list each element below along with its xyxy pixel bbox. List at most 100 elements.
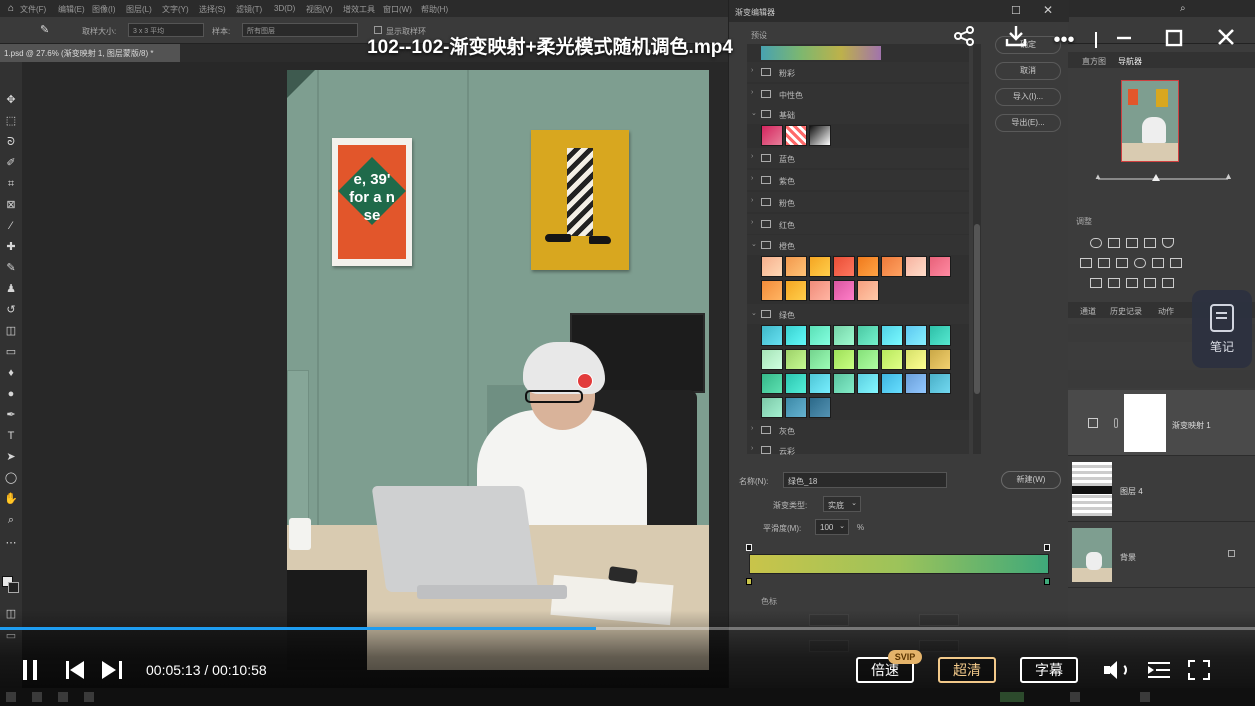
gradient-swatch[interactable] bbox=[857, 349, 879, 370]
home-icon[interactable]: ⌂ bbox=[8, 3, 14, 14]
menu-help[interactable]: 帮助(H) bbox=[421, 4, 448, 15]
history-brush-tool-icon[interactable]: ↺ bbox=[3, 302, 19, 318]
gradient-preview-bar[interactable] bbox=[749, 554, 1049, 574]
gradient-swatch[interactable] bbox=[905, 349, 927, 370]
gradient-swatch[interactable] bbox=[761, 125, 783, 146]
export-button[interactable]: 导出(E)... bbox=[995, 114, 1061, 132]
channel-mixer-adjust-icon[interactable] bbox=[1152, 258, 1164, 268]
move-tool-icon[interactable]: ✥ bbox=[3, 92, 19, 108]
menu-select[interactable]: 选择(S) bbox=[199, 4, 226, 15]
minimize-icon[interactable] bbox=[1108, 24, 1140, 56]
gradient-swatch[interactable] bbox=[785, 325, 807, 346]
invert-adjust-icon[interactable] bbox=[1090, 278, 1102, 288]
gradient-swatch[interactable] bbox=[905, 325, 927, 346]
selective-color-adjust-icon[interactable] bbox=[1162, 278, 1174, 288]
quality-button[interactable]: 超清 bbox=[938, 657, 996, 683]
volume-button[interactable] bbox=[1104, 660, 1130, 680]
notes-button[interactable]: 笔记 bbox=[1192, 290, 1252, 368]
type-tool-icon[interactable]: T bbox=[3, 428, 19, 444]
menu-plugins[interactable]: 增效工具 bbox=[343, 4, 375, 15]
gradient-swatch[interactable] bbox=[929, 325, 951, 346]
stamp-tool-icon[interactable]: ♟ bbox=[3, 281, 19, 297]
zoom-slider[interactable] bbox=[1098, 174, 1228, 181]
menu-window[interactable]: 窗口(W) bbox=[383, 4, 412, 15]
presets-list[interactable]: › 粉彩 › 中性色 ⌄ 基础 › 蓝色 › 紫色 › 粉色 › 红色 ⌄ 橙色… bbox=[747, 44, 969, 456]
gradient-swatch[interactable] bbox=[929, 373, 951, 394]
color-balance-adjust-icon[interactable] bbox=[1098, 258, 1110, 268]
gradient-swatch[interactable] bbox=[785, 256, 807, 277]
gradient-swatch[interactable] bbox=[929, 349, 951, 370]
brush-tool-icon[interactable]: ✎ bbox=[3, 260, 19, 276]
preset-folder[interactable]: › 云彩 bbox=[747, 440, 969, 456]
taskbar-app-icon[interactable] bbox=[32, 692, 42, 702]
threshold-adjust-icon[interactable] bbox=[1126, 278, 1138, 288]
lasso-tool-icon[interactable]: ᘐ bbox=[3, 134, 19, 150]
hue-adjust-icon[interactable] bbox=[1080, 258, 1092, 268]
tab-channels[interactable]: 通道 bbox=[1080, 306, 1096, 317]
gradient-map-adjust-icon[interactable] bbox=[1144, 278, 1156, 288]
gradient-swatch[interactable] bbox=[881, 349, 903, 370]
menu-3d[interactable]: 3D(D) bbox=[274, 4, 295, 13]
gradient-swatch[interactable] bbox=[833, 349, 855, 370]
next-button[interactable] bbox=[100, 661, 122, 679]
eyedropper-tool-icon[interactable]: ⁄ bbox=[3, 218, 19, 234]
menu-filter[interactable]: 滤镜(T) bbox=[236, 4, 262, 15]
color-stop-left[interactable] bbox=[746, 578, 752, 585]
gradient-swatch[interactable] bbox=[761, 373, 783, 394]
opacity-stop-left[interactable] bbox=[746, 544, 752, 551]
tray-icon[interactable] bbox=[1140, 692, 1150, 702]
tray-icon[interactable] bbox=[1000, 692, 1024, 702]
zoom-slider-handle[interactable] bbox=[1152, 174, 1160, 181]
quick-select-tool-icon[interactable]: ✐ bbox=[3, 155, 19, 171]
name-field[interactable]: 绿色_18 bbox=[783, 472, 947, 488]
path-select-tool-icon[interactable]: ➤ bbox=[3, 449, 19, 465]
gradient-swatch[interactable] bbox=[785, 125, 807, 146]
layer-row-gradient-map[interactable]: 渐变映射 1 bbox=[1068, 390, 1255, 456]
blur-tool-icon[interactable]: ♦ bbox=[3, 365, 19, 381]
layer-row-background[interactable]: 背景 bbox=[1068, 522, 1255, 588]
gradient-swatch[interactable] bbox=[905, 256, 927, 277]
gradient-swatch[interactable] bbox=[761, 397, 783, 418]
layer-mask-thumbnail[interactable] bbox=[1124, 394, 1166, 452]
gradient-type-select[interactable]: 实底 ⌄ bbox=[823, 496, 861, 512]
share-icon[interactable] bbox=[948, 24, 980, 56]
brightness-adjust-icon[interactable] bbox=[1090, 238, 1102, 248]
curves-adjust-icon[interactable] bbox=[1126, 238, 1138, 248]
gradient-swatch[interactable] bbox=[809, 373, 831, 394]
marquee-tool-icon[interactable]: ⬚ bbox=[3, 113, 19, 129]
menu-image[interactable]: 图像(I) bbox=[92, 4, 116, 15]
zoom-tool-icon[interactable]: ⌕ bbox=[3, 512, 19, 528]
scrollbar-thumb[interactable] bbox=[974, 224, 980, 394]
close-icon[interactable]: ✕ bbox=[1043, 3, 1053, 17]
preset-folder[interactable]: › 粉色 bbox=[747, 192, 969, 212]
smoothness-field[interactable]: 100 ⌄ bbox=[815, 519, 849, 535]
opacity-stop-right[interactable] bbox=[1044, 544, 1050, 551]
preset-folder[interactable]: › 红色 bbox=[747, 214, 969, 234]
hand-tool-icon[interactable]: ✋ bbox=[3, 491, 19, 507]
frame-tool-icon[interactable]: ⊠ bbox=[3, 197, 19, 213]
crop-tool-icon[interactable]: ⌗ bbox=[3, 176, 19, 192]
gradient-swatch[interactable] bbox=[881, 373, 903, 394]
close-icon[interactable] bbox=[1210, 24, 1242, 56]
previous-button[interactable] bbox=[66, 661, 88, 679]
taskbar-app-icon[interactable] bbox=[58, 692, 68, 702]
healing-tool-icon[interactable]: ✚ bbox=[3, 239, 19, 255]
zoom-in-icon[interactable]: ▲ bbox=[1224, 171, 1233, 181]
menu-view[interactable]: 视图(V) bbox=[306, 4, 333, 15]
navigator-thumbnail[interactable] bbox=[1121, 80, 1179, 162]
search-icon[interactable]: ⌕ bbox=[1180, 3, 1186, 14]
taskbar-app-icon[interactable] bbox=[84, 692, 94, 702]
levels-adjust-icon[interactable] bbox=[1108, 238, 1120, 248]
gradient-swatch[interactable] bbox=[761, 256, 783, 277]
start-icon[interactable] bbox=[6, 692, 16, 702]
maximize-icon[interactable]: ☐ bbox=[1011, 4, 1021, 17]
lookup-adjust-icon[interactable] bbox=[1170, 258, 1182, 268]
gradient-swatch[interactable] bbox=[809, 280, 831, 301]
shape-tool-icon[interactable]: ◯ bbox=[3, 470, 19, 486]
gradient-swatch[interactable] bbox=[785, 280, 807, 301]
tab-actions[interactable]: 动作 bbox=[1158, 306, 1174, 317]
preset-folder[interactable]: › 粉彩 bbox=[747, 62, 969, 82]
gradient-swatch[interactable] bbox=[809, 325, 831, 346]
gradient-swatch[interactable] bbox=[761, 280, 783, 301]
gradient-swatch[interactable] bbox=[809, 397, 831, 418]
